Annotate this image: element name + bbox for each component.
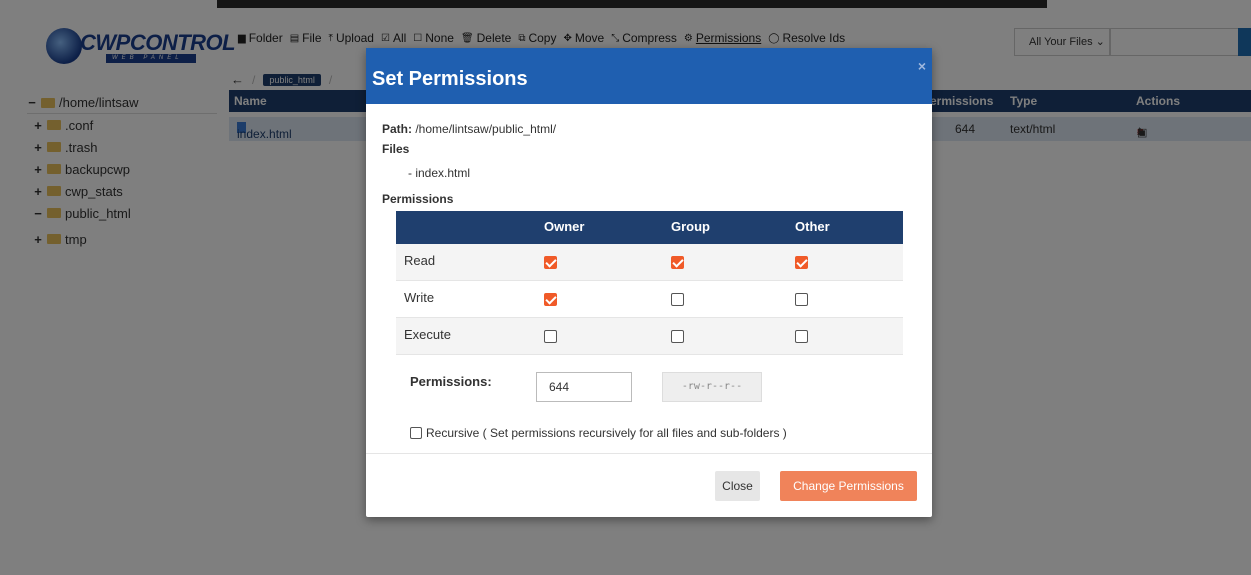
permissions-value-row: Permissions: 644 -rw-r--r-- [410,372,890,404]
permissions-octal-input[interactable]: 644 [536,372,632,402]
row-label: Execute [404,327,451,342]
read-owner-checkbox[interactable] [544,256,557,269]
permissions-symbolic-display: -rw-r--r-- [662,372,762,402]
path-label: Path: [382,122,412,136]
column-other: Other [795,219,830,234]
row-label: Write [404,290,435,305]
row-label: Read [404,253,436,268]
dialog-footer: Close Change Permissions [366,453,932,517]
column-group: Group [671,219,710,234]
recursive-option[interactable]: Recursive ( Set permissions recursively … [410,426,787,440]
execute-group-checkbox[interactable] [671,330,684,343]
path-value: /home/lintsaw/public_html/ [415,122,557,136]
permission-row-write: Write [396,281,903,318]
write-other-checkbox[interactable] [795,293,808,306]
dialog-header: Set Permissions × [366,48,932,104]
recursive-label: Recursive ( Set permissions recursively … [426,426,787,440]
dialog-body: Path: /home/lintsaw/public_html/ Files -… [382,122,916,206]
close-icon[interactable]: × [918,58,926,74]
write-owner-checkbox[interactable] [544,293,557,306]
permission-row-execute: Execute [396,318,903,355]
column-owner: Owner [544,219,585,234]
read-group-checkbox[interactable] [671,256,684,269]
write-group-checkbox[interactable] [671,293,684,306]
set-permissions-dialog: Set Permissions × Path: /home/lintsaw/pu… [366,48,932,517]
permissions-matrix: Owner Group Other Read Write Execute [396,211,903,355]
recursive-checkbox[interactable] [410,427,422,439]
read-other-checkbox[interactable] [795,256,808,269]
permissions-matrix-header: Owner Group Other [396,211,903,244]
path-line: Path: /home/lintsaw/public_html/ [382,122,916,136]
file-list-item: - index.html [408,166,471,180]
files-label: Files [382,142,410,156]
close-button[interactable]: Close [715,471,760,501]
permission-row-read: Read [396,244,903,281]
execute-other-checkbox[interactable] [795,330,808,343]
execute-owner-checkbox[interactable] [544,330,557,343]
change-permissions-button[interactable]: Change Permissions [780,471,917,501]
dialog-title: Set Permissions [372,68,528,90]
permissions-section-label: Permissions [382,192,454,206]
permissions-input-label: Permissions: [410,374,492,389]
